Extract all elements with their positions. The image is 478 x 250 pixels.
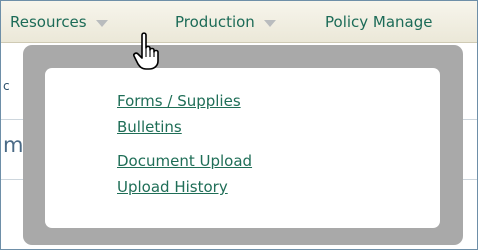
- menu-link-upload-history[interactable]: Upload History: [117, 178, 228, 196]
- resources-dropdown-menu: Forms / Supplies Bulletins Document Uplo…: [45, 68, 440, 228]
- nav-item-resources[interactable]: Resources: [10, 13, 108, 31]
- app-window: Resources Production Policy Manage c ge …: [0, 0, 478, 250]
- nav-item-policy-management-label: Policy Manage: [325, 13, 433, 31]
- nav-item-production[interactable]: Production: [175, 13, 276, 31]
- nav-item-production-label: Production: [175, 13, 255, 31]
- nav-item-policy-management[interactable]: Policy Manage: [325, 13, 433, 31]
- caret-down-icon: [263, 19, 276, 27]
- nav-item-resources-label: Resources: [10, 13, 87, 31]
- menu-link-bulletins[interactable]: Bulletins: [117, 118, 182, 136]
- top-navigation-bar: Resources Production Policy Manage: [1, 1, 477, 43]
- background-link-fragment: c: [3, 79, 10, 93]
- menu-link-document-upload[interactable]: Document Upload: [117, 152, 252, 170]
- hand-pointer-icon: [133, 32, 159, 70]
- caret-down-icon: [95, 19, 108, 27]
- menu-link-forms-supplies[interactable]: Forms / Supplies: [117, 92, 241, 110]
